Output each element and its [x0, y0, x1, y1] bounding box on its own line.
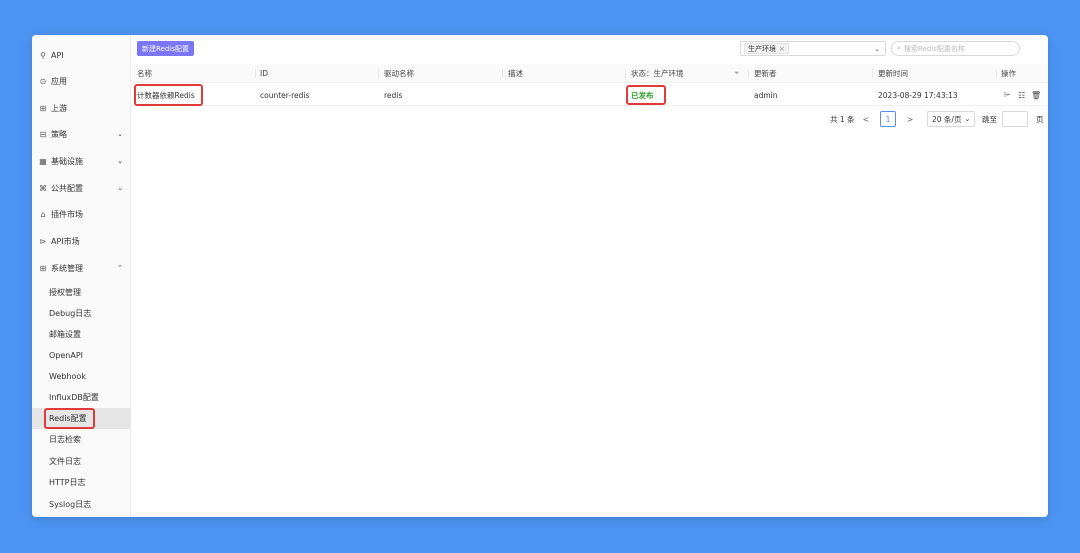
sidebar-subitem-email[interactable]: 邮箱设置: [32, 324, 131, 345]
next-page-button[interactable]: >: [902, 111, 918, 127]
plugin-market-icon: ⌂: [40, 209, 46, 219]
cell-updater: admin: [754, 90, 778, 100]
sidebar-item-label: 插件市场: [51, 209, 83, 219]
column-header-updated-at: 更新时间: [878, 69, 908, 78]
sidebar-item-label: API: [51, 50, 64, 60]
link-icon: ⚲: [40, 50, 46, 60]
new-redis-config-button[interactable]: 新建Redis配置: [137, 41, 194, 56]
highlight-box: [626, 85, 666, 105]
column-header-id: ID: [260, 69, 268, 78]
jump-page-input[interactable]: [1002, 111, 1028, 127]
infra-icon: ▦: [39, 156, 47, 166]
app-window: ⚲ API ⊙ 应用 ⊞ 上游 ⊟ 策略 ⌄ ▦ 基础设施 ⌄ ⌘ 公共配置 ⌄…: [32, 35, 1048, 517]
sidebar-item-system[interactable]: ⊞ 系统管理 ⌃: [32, 255, 131, 281]
env-select[interactable]: 生产环境 × ⌄: [740, 41, 886, 56]
table-header: [132, 64, 1048, 83]
page-size-select[interactable]: 20 条/页 ⌄: [927, 111, 976, 127]
sidebar-subitem-file-log[interactable]: 文件日志: [32, 451, 131, 472]
sidebar: ⚲ API ⊙ 应用 ⊞ 上游 ⊟ 策略 ⌄ ▦ 基础设施 ⌄ ⌘ 公共配置 ⌄…: [32, 35, 131, 517]
sidebar-subitem-influxdb[interactable]: InfluxDB配置: [32, 387, 131, 408]
app-icon: ⊙: [39, 76, 47, 86]
column-header-description: 描述: [508, 69, 523, 78]
strategy-icon: ⊟: [39, 129, 47, 139]
page-unit-label: 页: [1036, 114, 1044, 124]
chevron-down-icon: ⌄: [117, 157, 123, 165]
pagination-total: 共 1 条: [830, 114, 855, 124]
sidebar-item-infrastructure[interactable]: ▦ 基础设施 ⌄: [32, 148, 131, 174]
sidebar-item-api[interactable]: ⚲ API: [32, 42, 131, 68]
cell-id: counter-redis: [260, 90, 310, 100]
sidebar-item-label: 上游: [51, 103, 67, 113]
chevron-down-icon: ⌄: [964, 115, 971, 123]
highlight-box: [134, 84, 203, 106]
column-divider: [872, 69, 873, 78]
page-1-button[interactable]: 1: [880, 111, 896, 127]
search-placeholder: 搜索Redis配置名称: [903, 44, 965, 53]
sidebar-item-label: 基础设施: [51, 156, 83, 166]
env-tag-label: 生产环境: [748, 44, 776, 53]
env-tag: 生产环境 ×: [744, 43, 789, 54]
column-divider: [378, 69, 379, 78]
search-icon: ⌕: [897, 44, 901, 52]
prev-page-button[interactable]: <: [858, 111, 874, 127]
sidebar-item-apps[interactable]: ⊙ 应用: [32, 68, 131, 94]
column-divider: [996, 69, 997, 78]
filter-icon[interactable]: ⏷: [734, 64, 740, 83]
sidebar-subitem-log-search[interactable]: 日志检索: [32, 429, 131, 450]
publish-icon[interactable]: ⌲: [1004, 84, 1010, 106]
system-icon: ⊞: [39, 263, 47, 273]
chevron-down-icon: ⌄: [874, 44, 880, 53]
chevron-up-icon: ⌃: [117, 264, 123, 272]
cell-driver: redis: [384, 90, 403, 100]
sidebar-item-label: 策略: [51, 129, 67, 139]
sidebar-item-strategy[interactable]: ⊟ 策略 ⌄: [32, 121, 131, 147]
column-divider: [748, 69, 749, 78]
search-input[interactable]: ⌕ 搜索Redis配置名称: [891, 41, 1020, 56]
sidebar-subitem-auth[interactable]: 授权管理: [32, 282, 131, 303]
sidebar-subitem-syslog[interactable]: Syslog日志: [32, 494, 131, 515]
sidebar-subitem-debug-log[interactable]: Debug日志: [32, 303, 131, 324]
public-config-icon: ⌘: [39, 183, 47, 193]
column-header-status: 状态：生产环境: [631, 69, 684, 78]
column-header-updater: 更新者: [754, 69, 777, 78]
column-header-actions: 操作: [1001, 69, 1016, 78]
column-divider: [255, 69, 256, 78]
jump-label: 跳至: [982, 114, 997, 124]
column-header-name: 名称: [137, 69, 152, 78]
sidebar-subitem-openapi[interactable]: OpenAPI: [32, 345, 131, 366]
edit-icon[interactable]: ☷: [1018, 84, 1025, 106]
chevron-down-icon: ⌄: [117, 184, 123, 192]
delete-icon[interactable]: 🗑: [1031, 84, 1041, 106]
sidebar-item-plugin-market[interactable]: ⌂ 插件市场: [32, 201, 131, 227]
sidebar-subitem-http-log[interactable]: HTTP日志: [32, 472, 131, 493]
page-size-label: 20 条/页: [932, 114, 962, 124]
chevron-down-icon: ⌄: [117, 130, 123, 138]
sidebar-item-public-config[interactable]: ⌘ 公共配置 ⌄: [32, 175, 131, 201]
close-icon[interactable]: ×: [779, 45, 785, 53]
api-market-icon: ⊳: [39, 236, 47, 246]
highlight-box: [44, 408, 95, 429]
column-header-driver: 驱动名称: [384, 69, 414, 78]
sidebar-item-api-market[interactable]: ⊳ API市场: [32, 228, 131, 254]
column-divider: [625, 69, 626, 78]
column-divider: [502, 69, 503, 78]
main-content: 新建Redis配置 生产环境 × ⌄ ⌕ 搜索Redis配置名称 名称 ID 驱…: [132, 35, 1048, 517]
sidebar-item-upstream[interactable]: ⊞ 上游: [32, 95, 131, 121]
sidebar-item-label: 系统管理: [51, 263, 83, 273]
upstream-icon: ⊞: [39, 103, 47, 113]
sidebar-item-label: 应用: [51, 76, 67, 86]
sidebar-item-label: 公共配置: [51, 183, 83, 193]
cell-updated-at: 2023-08-29 17:43:13: [878, 90, 958, 100]
sidebar-item-label: API市场: [51, 236, 80, 246]
sidebar-subitem-webhook[interactable]: Webhook: [32, 366, 131, 387]
